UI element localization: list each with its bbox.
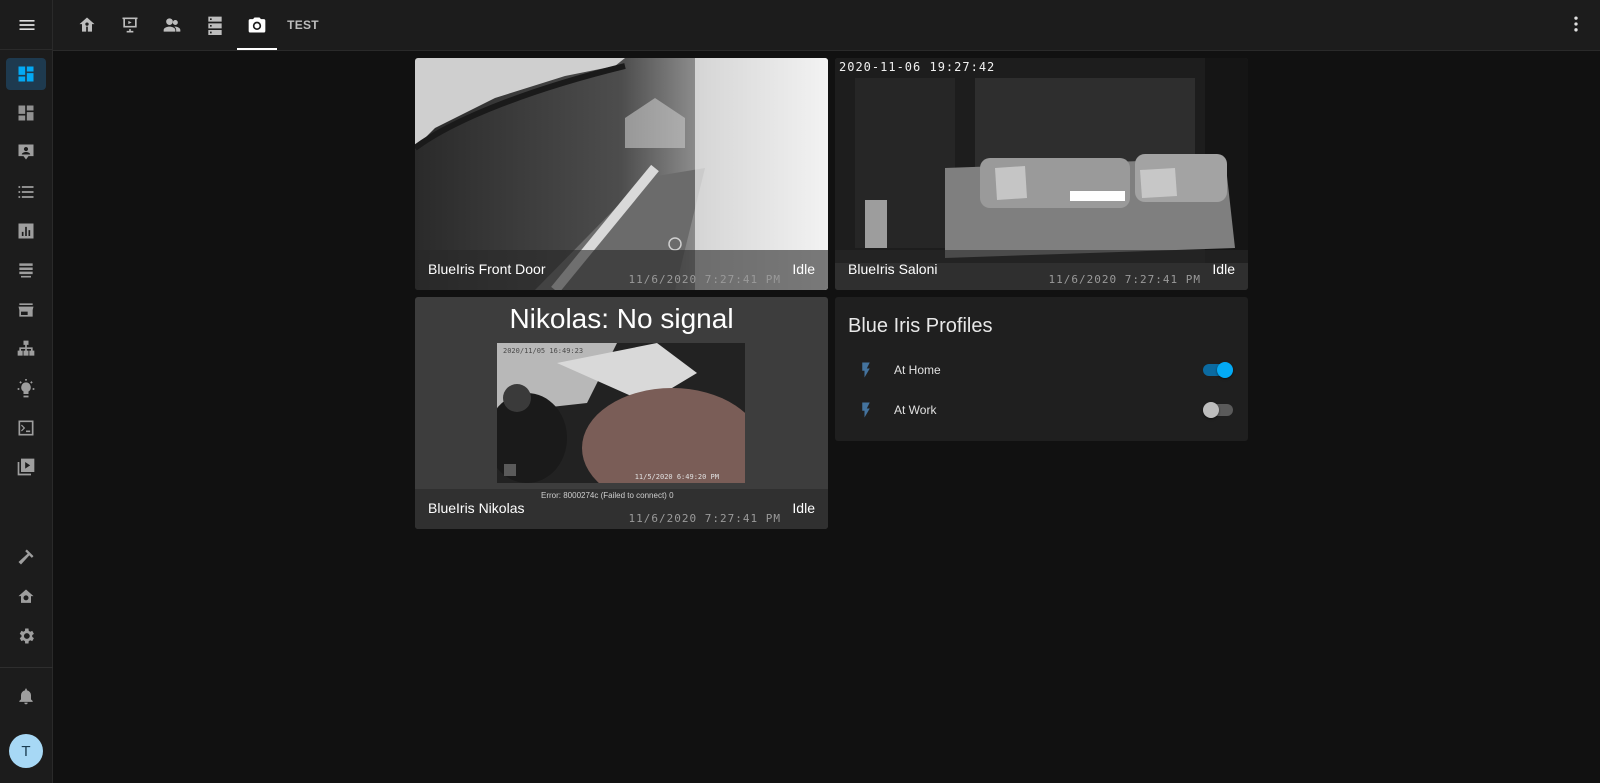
flash-icon [857,360,875,380]
tab-presentation[interactable] [118,0,142,50]
profiles-title: Blue Iris Profiles [848,315,993,337]
list-icon [18,186,34,198]
camera-state: Idle [792,261,815,277]
sidebar-item-terminal[interactable] [6,412,46,444]
sidebar: T [0,0,53,783]
sidebar-item-store[interactable] [6,294,46,326]
error-message: Error: 8000274c (Failed to connect) 0 [541,491,674,500]
sidebar-divider [0,667,53,668]
top-bar: TEST [53,0,1600,51]
profile-toggle-at-home[interactable] [1203,362,1233,378]
flash-icon [857,400,875,420]
camera-card-front-door[interactable]: 11/6/2020 7:27:41 PM BlueIris Front Door… [415,58,828,290]
avatar[interactable]: T [9,734,43,768]
camera-timestamp: 11/6/2020 7:27:41 PM [628,273,781,286]
camera-name: BlueIris Nikolas [428,500,525,516]
dashboard-icon [18,66,34,82]
tab-test-label: TEST [287,18,319,32]
sidebar-item-developer-tools[interactable] [6,541,46,573]
tab-test[interactable]: TEST [286,0,320,50]
frame-timestamp-bottom: 11/5/2020 6:49:20 PM [634,473,719,481]
sidebar-item-notifications[interactable] [6,680,46,712]
camera-card-saloni[interactable]: 2020-11-06 19:27:42 11/6/2020 7:27:41 PM… [835,58,1248,290]
camera-state: Idle [792,500,815,516]
home-icon [79,17,95,32]
account-box-icon [18,144,34,160]
camera-last-frame: 2020/11/05 16:49:23 11/5/2020 6:49:20 PM [497,343,745,483]
menu-icon [19,19,34,30]
camera-timestamp: 11/6/2020 7:27:41 PM [628,512,781,525]
home-settings-icon [18,589,34,603]
console-icon [18,420,34,436]
camera-overlay-timestamp: 2020-11-06 19:27:42 [839,60,996,74]
camera-icon [248,17,266,33]
lightbulb-icon [17,379,35,398]
tab-camera[interactable] [237,0,277,50]
database-icon [19,263,33,278]
play-box-icon [17,458,35,476]
sidebar-item-history[interactable] [6,215,46,247]
camera-name: BlueIris Saloni [848,261,938,277]
profile-label: At Home [894,363,941,377]
sidebar-item-logbook[interactable] [6,136,46,168]
sidebar-item-supervisor[interactable] [6,581,46,613]
store-icon [18,303,34,317]
server-icon [208,16,222,35]
presentation-icon [122,17,138,33]
no-signal-title: Nikolas: No signal [509,303,734,334]
sidebar-item-overview[interactable] [6,58,46,90]
menu-button[interactable] [0,0,53,50]
gear-icon [19,628,34,644]
profile-toggle-at-work[interactable] [1203,402,1233,418]
sidebar-item-lights[interactable] [6,373,46,405]
overflow-menu-button[interactable] [1566,14,1586,34]
dots-vertical-icon [1574,16,1578,32]
camera-card-nikolas[interactable]: Nikolas: No signal 2020/11/05 16:49:23 1… [415,297,828,529]
dashboard-alt-icon [18,105,34,121]
camera-state: Idle [1212,261,1235,277]
profile-row-at-work[interactable]: At Work [835,390,1248,430]
tab-server[interactable] [203,0,227,50]
tab-people[interactable] [160,0,184,50]
tab-home[interactable] [75,0,99,50]
frame-timestamp-top: 2020/11/05 16:49:23 [503,347,584,355]
bell-icon [19,688,33,705]
camera-timestamp: 11/6/2020 7:27:41 PM [1048,273,1201,286]
camera-name: BlueIris Front Door [428,261,546,277]
sidebar-item-network[interactable] [6,333,46,365]
hammer-icon [18,549,34,565]
profile-row-at-home[interactable]: At Home [835,350,1248,390]
sitemap-icon [17,340,35,356]
sidebar-item-list[interactable] [6,176,46,208]
sidebar-item-dashboard[interactable] [6,97,46,129]
people-icon [163,18,181,32]
profile-label: At Work [894,403,937,417]
sidebar-item-database[interactable] [6,254,46,286]
profiles-card: Blue Iris Profiles At Home At Work [835,297,1248,441]
chart-icon [18,223,34,239]
sidebar-item-media[interactable] [6,451,46,483]
sidebar-item-settings[interactable] [6,620,46,652]
